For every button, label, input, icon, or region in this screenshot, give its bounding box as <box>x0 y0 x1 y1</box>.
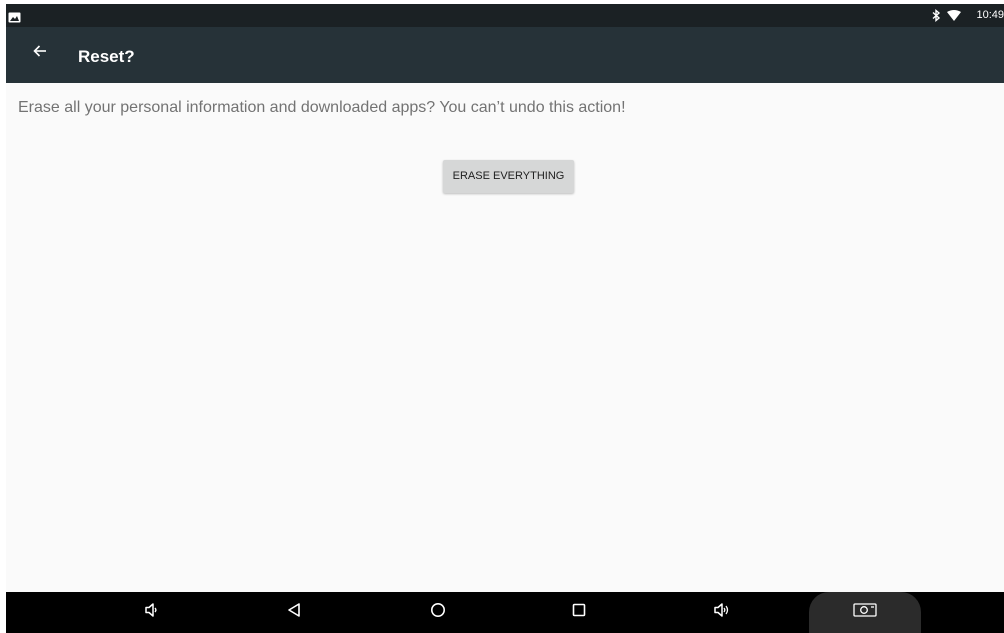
screenshot-icon <box>853 602 877 623</box>
nav-home-button[interactable] <box>418 592 458 633</box>
bluetooth-icon <box>930 9 942 23</box>
volume-down-button[interactable] <box>131 592 171 633</box>
nav-recents-button[interactable] <box>559 592 599 633</box>
page-title: Reset? <box>78 47 135 66</box>
navigation-bar <box>6 592 1004 633</box>
status-bar: 10:49 <box>6 4 1004 27</box>
back-button[interactable] <box>24 37 56 69</box>
nav-back-button[interactable] <box>274 592 314 633</box>
app-bar: Reset? <box>6 27 1004 83</box>
volume-down-icon <box>143 602 159 623</box>
volume-up-button[interactable] <box>702 592 742 633</box>
reset-warning-message: Erase all your personal information and … <box>18 99 626 116</box>
screen: 10:49 Reset? Erase all your personal inf… <box>6 4 1004 633</box>
screenshot-button[interactable] <box>845 592 885 633</box>
wifi-icon <box>946 9 962 23</box>
back-triangle-icon <box>287 602 301 623</box>
status-time: 10:49 <box>976 9 1004 21</box>
arrow-back-icon <box>33 44 47 62</box>
status-icons: 10:49 <box>930 4 1004 27</box>
recents-square-icon <box>572 603 586 622</box>
home-circle-icon <box>430 602 446 623</box>
image-notification-icon <box>8 10 21 23</box>
erase-everything-button[interactable]: ERASE EVERYTHING <box>443 160 574 193</box>
volume-up-icon <box>713 602 731 623</box>
